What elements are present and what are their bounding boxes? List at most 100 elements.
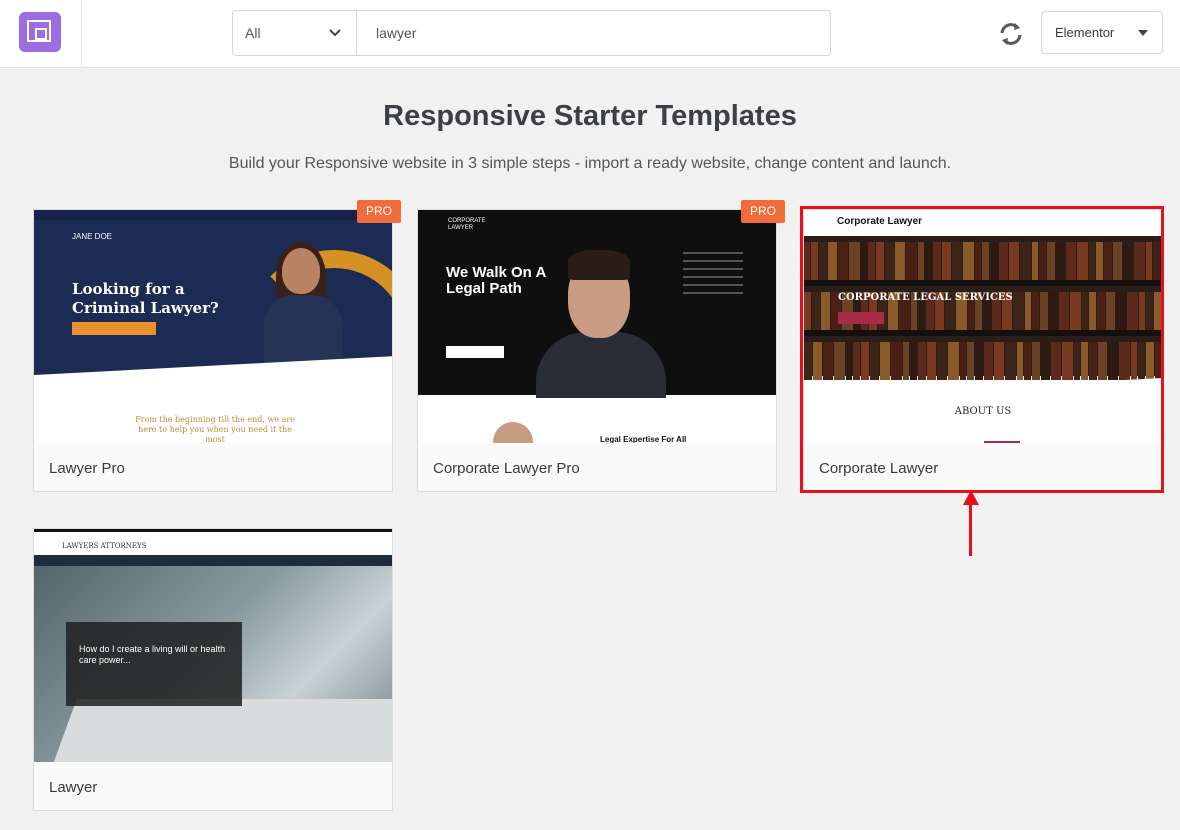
preview-book <box>1047 242 1055 280</box>
preview-book <box>1089 242 1095 280</box>
preview-book <box>853 342 860 380</box>
template-thumbnail[interactable]: LAWYERS ATTORNEYS How do I create a livi… <box>34 529 392 762</box>
preview-book <box>925 242 932 280</box>
preview-book <box>1039 242 1046 280</box>
logo-area <box>0 0 82 67</box>
template-thumbnail[interactable]: JANE DOE Looking for a Criminal Lawyer? … <box>34 210 392 443</box>
preview-accent-bar <box>984 441 1020 443</box>
preview-book <box>819 242 827 280</box>
preview-headline: CORPORATE LEGAL SERVICES <box>838 292 1013 303</box>
preview-headline: Looking for a Criminal Lawyer? <box>72 280 219 317</box>
preview-book <box>906 242 917 280</box>
preview-person-face <box>282 248 320 294</box>
preview-book <box>1032 292 1039 330</box>
logo-icon <box>27 20 51 42</box>
preview-book <box>1074 342 1080 380</box>
search-input[interactable] <box>357 11 830 55</box>
preview-book <box>1049 292 1058 330</box>
preview-book <box>834 342 845 380</box>
preview-button <box>838 312 884 324</box>
page-title: Responsive Starter Templates <box>383 100 797 132</box>
template-name[interactable]: Lawyer <box>49 779 97 796</box>
preview-book <box>967 342 974 380</box>
preview-book <box>1104 242 1112 280</box>
preview-book <box>1013 292 1024 330</box>
preview-book <box>861 342 869 380</box>
preview-book <box>838 242 848 280</box>
preview-book <box>846 342 852 380</box>
app-logo[interactable] <box>19 12 61 52</box>
page-subtitle: Build your Responsive website in 3 simpl… <box>228 155 952 172</box>
preview-book <box>1059 292 1069 330</box>
preview-book <box>948 342 959 380</box>
template-thumbnail[interactable]: CORPORATE LAWYER We Walk On A Legal Path… <box>418 210 776 443</box>
preview-book <box>1138 342 1145 380</box>
preview-person-body <box>536 332 666 398</box>
preview-book <box>982 242 989 280</box>
preview-body-text: From the beginning till the end, we are … <box>135 415 295 443</box>
preview-book <box>1032 242 1038 280</box>
preview-book <box>1017 342 1023 380</box>
template-card-corporate-lawyer-pro[interactable]: CORPORATE LAWYER We Walk On A Legal Path… <box>417 209 777 492</box>
filter-select-value: All <box>245 25 261 41</box>
preview-book <box>1155 342 1162 380</box>
preview-book <box>903 342 909 380</box>
template-name[interactable]: Corporate Lawyer <box>819 460 938 477</box>
filter-select[interactable]: All <box>233 11 357 55</box>
preview-book <box>1096 242 1103 280</box>
preview-book <box>1024 342 1031 380</box>
preview-nav: LAWYERS ATTORNEYS <box>34 529 392 555</box>
page-builder-select[interactable]: Elementor <box>1041 11 1163 54</box>
preview-book <box>813 342 822 380</box>
preview-book <box>885 242 894 280</box>
preview-brand: JANE DOE <box>72 232 113 241</box>
preview-book <box>1139 292 1145 330</box>
preview-book <box>999 242 1008 280</box>
template-card-lawyer[interactable]: LAWYERS ATTORNEYS How do I create a livi… <box>33 528 393 811</box>
preview-book <box>1009 242 1019 280</box>
preview-book <box>876 242 884 280</box>
preview-nav: Corporate Lawyer <box>804 210 1162 236</box>
preview-book <box>891 342 902 380</box>
sync-icon[interactable] <box>998 21 1024 47</box>
pro-badge: PRO <box>357 200 401 223</box>
template-thumbnail[interactable]: Corporate Lawyer CORPORATE LEGAL SERVICE… <box>804 210 1162 443</box>
pro-badge: PRO <box>741 200 785 223</box>
preview-book <box>1082 292 1088 330</box>
preview-book <box>1089 342 1097 380</box>
preview-section-title: Legal Expertise For All <box>600 435 687 443</box>
preview-book <box>1106 292 1115 330</box>
preview-book <box>1081 342 1088 380</box>
preview-book <box>1089 292 1096 330</box>
preview-service-list <box>683 252 743 300</box>
preview-hero <box>804 236 1162 380</box>
preview-headline: We Walk On A Legal Path <box>446 264 546 297</box>
preview-brand: CORPORATE LAWYER <box>448 218 486 231</box>
preview-book <box>990 242 998 280</box>
preview-book <box>1097 292 1105 330</box>
preview-book <box>895 242 905 280</box>
preview-book <box>1041 342 1050 380</box>
preview-book <box>984 342 993 380</box>
preview-book <box>937 342 947 380</box>
preview-book <box>927 342 936 380</box>
preview-book <box>1098 342 1107 380</box>
preview-book <box>910 342 917 380</box>
top-bar: All Elementor <box>0 0 1180 68</box>
preview-book <box>861 242 867 280</box>
preview-hero: CORPORATE LAWYER We Walk On A Legal Path <box>418 210 776 398</box>
preview-book <box>960 342 966 380</box>
template-name[interactable]: Lawyer Pro <box>49 460 125 477</box>
preview-book <box>870 342 879 380</box>
preview-book <box>1146 242 1152 280</box>
template-card-corporate-lawyer[interactable]: Corporate Lawyer CORPORATE LEGAL SERVICE… <box>803 209 1163 492</box>
preview-shelf <box>804 330 1162 336</box>
preview-headline: How do I create a living will or health … <box>79 644 226 665</box>
preview-book <box>804 342 812 380</box>
template-card-lawyer-pro[interactable]: JANE DOE Looking for a Criminal Lawyer? … <box>33 209 393 492</box>
template-name[interactable]: Corporate Lawyer Pro <box>433 460 580 477</box>
preview-book <box>918 342 926 380</box>
preview-topbar <box>34 210 392 220</box>
preview-book <box>823 342 833 380</box>
preview-book <box>1146 292 1153 330</box>
